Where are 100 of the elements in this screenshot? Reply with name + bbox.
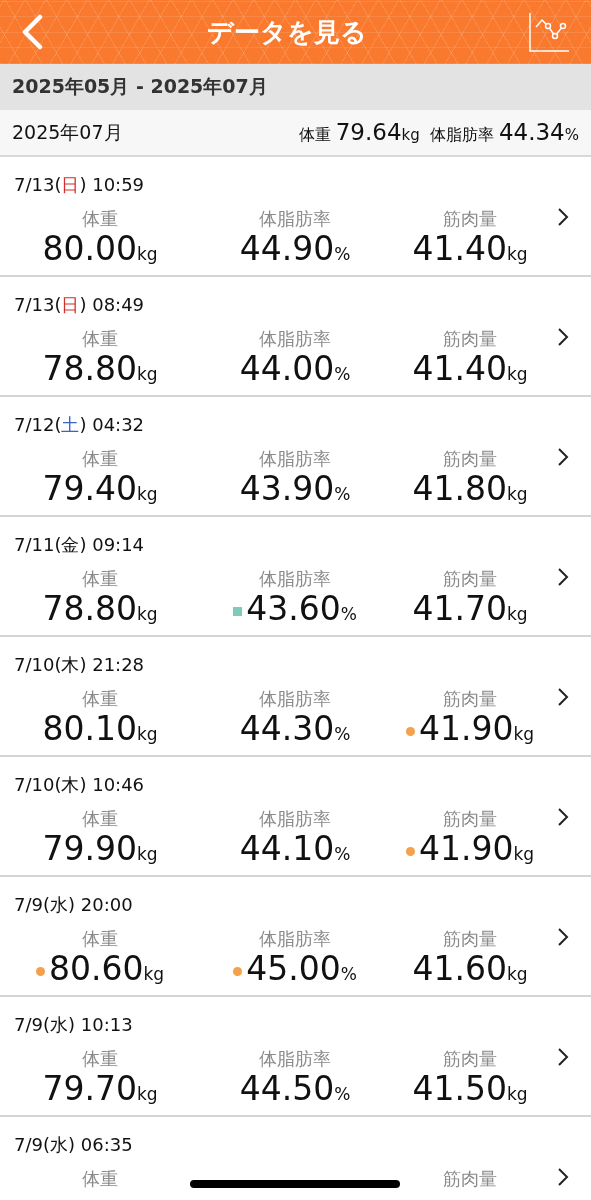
record-row[interactable]: 7/12(土) 04:32 体重 79.40kg 体脂肪率 43.90% 筋肉量 41.80kg (0, 397, 591, 517)
record-row[interactable]: 7/9(水) 20:00 体重 80.60kg 体脂肪率 45.00% 筋肉量 41.60kg (0, 877, 591, 997)
record-date: 7/9( (14, 1134, 50, 1155)
chevron-icon (557, 1167, 569, 1187)
metric-label: 筋肉量 (443, 1167, 497, 1191)
metric-label: 体脂肪率 (259, 567, 331, 591)
record-time: ) 08:49 (79, 294, 145, 315)
record-row[interactable]: 7/13(日) 08:49 体重 78.80kg 体脂肪率 44.00% 筋肉量 41.40kg (0, 277, 591, 397)
metric-label: 筋肉量 (443, 687, 497, 711)
metric-label: 体脂肪率 (259, 807, 331, 831)
metric-value: 41.90kg (418, 829, 535, 868)
record-row[interactable]: 7/10(木) 21:28 体重 80.10kg 体脂肪率 44.30% 筋肉量 41.90kg (0, 637, 591, 757)
metric-value: 41.80kg (412, 469, 528, 508)
metric-value: 41.50kg (412, 1069, 528, 1108)
metric-label: 体重 (82, 807, 118, 831)
record-time: ) 10:59 (79, 174, 145, 195)
metric-value: 78.80kg (42, 589, 158, 628)
metric-value: 79.90kg (42, 829, 158, 868)
record-date: 7/12( (14, 414, 62, 435)
metric-value: 41.90kg (418, 709, 535, 748)
record-date: 7/9( (14, 1014, 50, 1035)
chevron-icon (557, 447, 569, 467)
record-date: 7/13( (14, 174, 62, 195)
record-row[interactable]: 7/10(木) 10:46 体重 79.90kg 体脂肪率 44.10% 筋肉量 41.90kg (0, 757, 591, 877)
record-date: 7/10( (14, 654, 62, 675)
record-time: ) 21:28 (79, 654, 145, 675)
metric-value: 79.70kg (42, 1069, 158, 1108)
metric-value: 79.40kg (42, 469, 158, 508)
chevron-icon (557, 927, 569, 947)
line-chart-icon[interactable] (529, 12, 569, 52)
metric-label: 体脂肪率 (259, 687, 331, 711)
record-time: ) 06:35 (68, 1134, 133, 1155)
chevron-icon (557, 807, 569, 827)
metric-label: 体脂肪率 (259, 927, 331, 951)
weekday-label: 水 (50, 1014, 68, 1035)
weekday-label: 木 (61, 654, 80, 675)
record-row[interactable]: 7/11(金) 09:14 体重 78.80kg 体脂肪率 43.60% 筋肉量 41.70kg (0, 517, 591, 637)
record-date: 7/11( (14, 534, 62, 555)
record-date: 7/9( (14, 894, 50, 915)
record-row[interactable]: 7/13(日) 10:59 体重 80.00kg 体脂肪率 44.90% 筋肉量 41.40kg (0, 157, 591, 277)
metric-label: 筋肉量 (443, 927, 497, 951)
weekday-label: 日 (61, 174, 80, 195)
metric-value: 44.30% (239, 709, 351, 748)
metric-value: 80.10kg (42, 709, 158, 748)
weekday-label: 土 (61, 414, 80, 435)
metric-label: 体重 (82, 567, 118, 591)
chevron-icon (557, 567, 569, 587)
weekday-label: 日 (61, 294, 80, 315)
monthly-average: 体重 79.64kg (298, 119, 420, 146)
metric-label: 筋肉量 (443, 567, 497, 591)
metric-label: 筋肉量 (443, 447, 497, 471)
weekday-label: 水 (50, 1134, 68, 1155)
record-row[interactable]: 7/9(水) 10:13 体重 79.70kg 体脂肪率 44.50% 筋肉量 41.50kg (0, 997, 591, 1117)
weekday-label: 木 (61, 774, 80, 795)
metric-label: 体重 (82, 1047, 118, 1071)
chevron-icon (557, 207, 569, 227)
metric-label: 体脂肪率 (259, 1047, 331, 1071)
metric-value: 80.60kg (48, 949, 165, 988)
record-time: ) 04:32 (79, 414, 145, 435)
metric-value: 78.80kg (42, 349, 158, 388)
metric-label: 体脂肪率 (259, 207, 331, 231)
record-time: ) 09:14 (79, 534, 145, 555)
metric-label: 体重 (82, 447, 118, 471)
record-time: ) 10:13 (68, 1014, 133, 1035)
record-date: 7/13( (14, 294, 62, 315)
metric-label: 筋肉量 (443, 1047, 497, 1071)
metric-label: 体重 (82, 1167, 118, 1191)
screen-title: データを見る (206, 15, 367, 49)
record-date: 7/10( (14, 774, 62, 795)
metric-value: 43.60% (246, 589, 357, 628)
monthly-average: 体脂肪率 44.34% (429, 119, 579, 146)
metric-value: 44.90% (239, 229, 351, 268)
metric-label: 体重 (82, 207, 118, 231)
metric-value: 44.00% (239, 349, 351, 388)
metric-value: 44.50% (239, 1069, 351, 1108)
metric-value: 41.70kg (412, 589, 528, 628)
metric-value: 41.60kg (412, 949, 528, 988)
metric-value: 41.40kg (412, 349, 528, 388)
metric-label: 体重 (82, 687, 118, 711)
chevron-icon (557, 327, 569, 347)
back-button[interactable] (20, 14, 44, 50)
record-time: ) 10:46 (79, 774, 145, 795)
metric-label: 体重 (82, 327, 118, 351)
metric-value: 44.10% (239, 829, 351, 868)
metric-value: 41.40kg (412, 229, 528, 268)
weekday-label: 金 (61, 534, 80, 555)
metric-label: 筋肉量 (443, 327, 497, 351)
chevron-icon (557, 1047, 569, 1067)
metric-label: 体脂肪率 (259, 447, 331, 471)
metric-value: 43.90% (239, 469, 351, 508)
metric-label: 筋肉量 (443, 807, 497, 831)
metric-value: 80.00kg (42, 229, 158, 268)
record-time: ) 20:00 (68, 894, 133, 915)
chevron-icon (557, 687, 569, 707)
metric-label: 体脂肪率 (259, 327, 331, 351)
date-range: 2025年05月 - 2025年07月 (12, 74, 268, 99)
metric-value: 45.00% (246, 949, 357, 988)
metric-label: 筋肉量 (443, 207, 497, 231)
metric-label: 体重 (82, 927, 118, 951)
month-label: 2025年07月 (12, 119, 123, 145)
